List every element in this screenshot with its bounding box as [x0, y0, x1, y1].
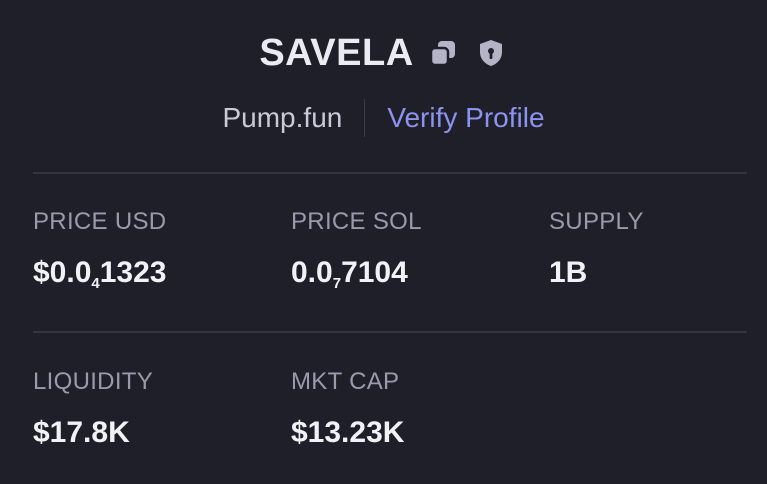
divider — [33, 172, 747, 174]
stat-label: PRICE USD — [33, 208, 167, 235]
stat-value: 0.077104 — [291, 256, 408, 292]
shield-icon[interactable] — [474, 36, 508, 70]
verify-profile-link[interactable]: Verify Profile — [387, 102, 544, 134]
vertical-separator — [364, 99, 366, 137]
stat-supply: SUPPLY 1B — [549, 208, 644, 290]
stat-label: MKT CAP — [291, 368, 400, 395]
token-name: SAVELA — [259, 31, 414, 74]
token-info-card: SAVELA Pump.fun Verify Profile PRICE USD… — [0, 0, 767, 484]
stat-label: PRICE SOL — [291, 208, 422, 235]
platform-label: Pump.fun — [222, 102, 343, 133]
stat-liquidity: LIQUIDITY $17.8K — [33, 368, 153, 450]
stat-label: SUPPLY — [549, 208, 644, 235]
stat-market-cap: MKT CAP $13.23K — [291, 368, 404, 450]
stat-value: $13.23K — [291, 416, 405, 449]
stat-price-sol: PRICE SOL 0.077104 — [291, 208, 422, 292]
stat-value: 1B — [549, 256, 588, 289]
stat-value: $17.8K — [33, 416, 130, 449]
stat-value: $0.041323 — [33, 256, 167, 292]
copy-icon[interactable] — [426, 36, 460, 70]
stat-label: LIQUIDITY — [33, 368, 154, 395]
token-sub-row: Pump.fun Verify Profile — [0, 98, 767, 138]
stat-price-usd: PRICE USD $0.041323 — [33, 208, 167, 292]
token-header: SAVELA — [0, 30, 767, 76]
divider — [33, 331, 747, 333]
